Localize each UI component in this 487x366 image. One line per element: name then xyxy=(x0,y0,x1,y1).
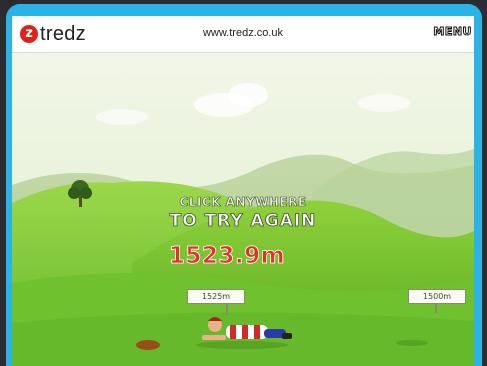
game-scene[interactable]: CLICK ANYWHERE TO TRY AGAIN 1523.9m 1525… xyxy=(12,53,474,366)
distance-result: 1523.9m xyxy=(168,243,286,270)
foreground-shade xyxy=(12,312,474,366)
site-url: www.tredz.co.uk xyxy=(202,27,284,39)
menu-button[interactable]: MENU xyxy=(433,25,472,39)
dirt-shadow xyxy=(396,340,428,346)
cloud xyxy=(228,83,268,107)
game-screen[interactable]: z tredz www.tredz.co.uk MENU CLICK ANYWH… xyxy=(12,16,474,366)
try-again-prompt-line2: TO TRY AGAIN xyxy=(169,211,317,232)
try-again-prompt-line1: CLICK ANYWHERE xyxy=(179,195,307,210)
site-header: z tredz www.tredz.co.uk MENU xyxy=(12,16,474,53)
distance-marker-1525: 1525m xyxy=(187,289,245,304)
landscape xyxy=(12,53,474,366)
cloud xyxy=(358,94,410,112)
dirt-mound xyxy=(136,340,160,350)
device-background: z tredz www.tredz.co.uk MENU CLICK ANYWH… xyxy=(0,0,487,366)
cloud xyxy=(96,109,148,125)
distance-marker-1500: 1500m xyxy=(408,289,466,304)
